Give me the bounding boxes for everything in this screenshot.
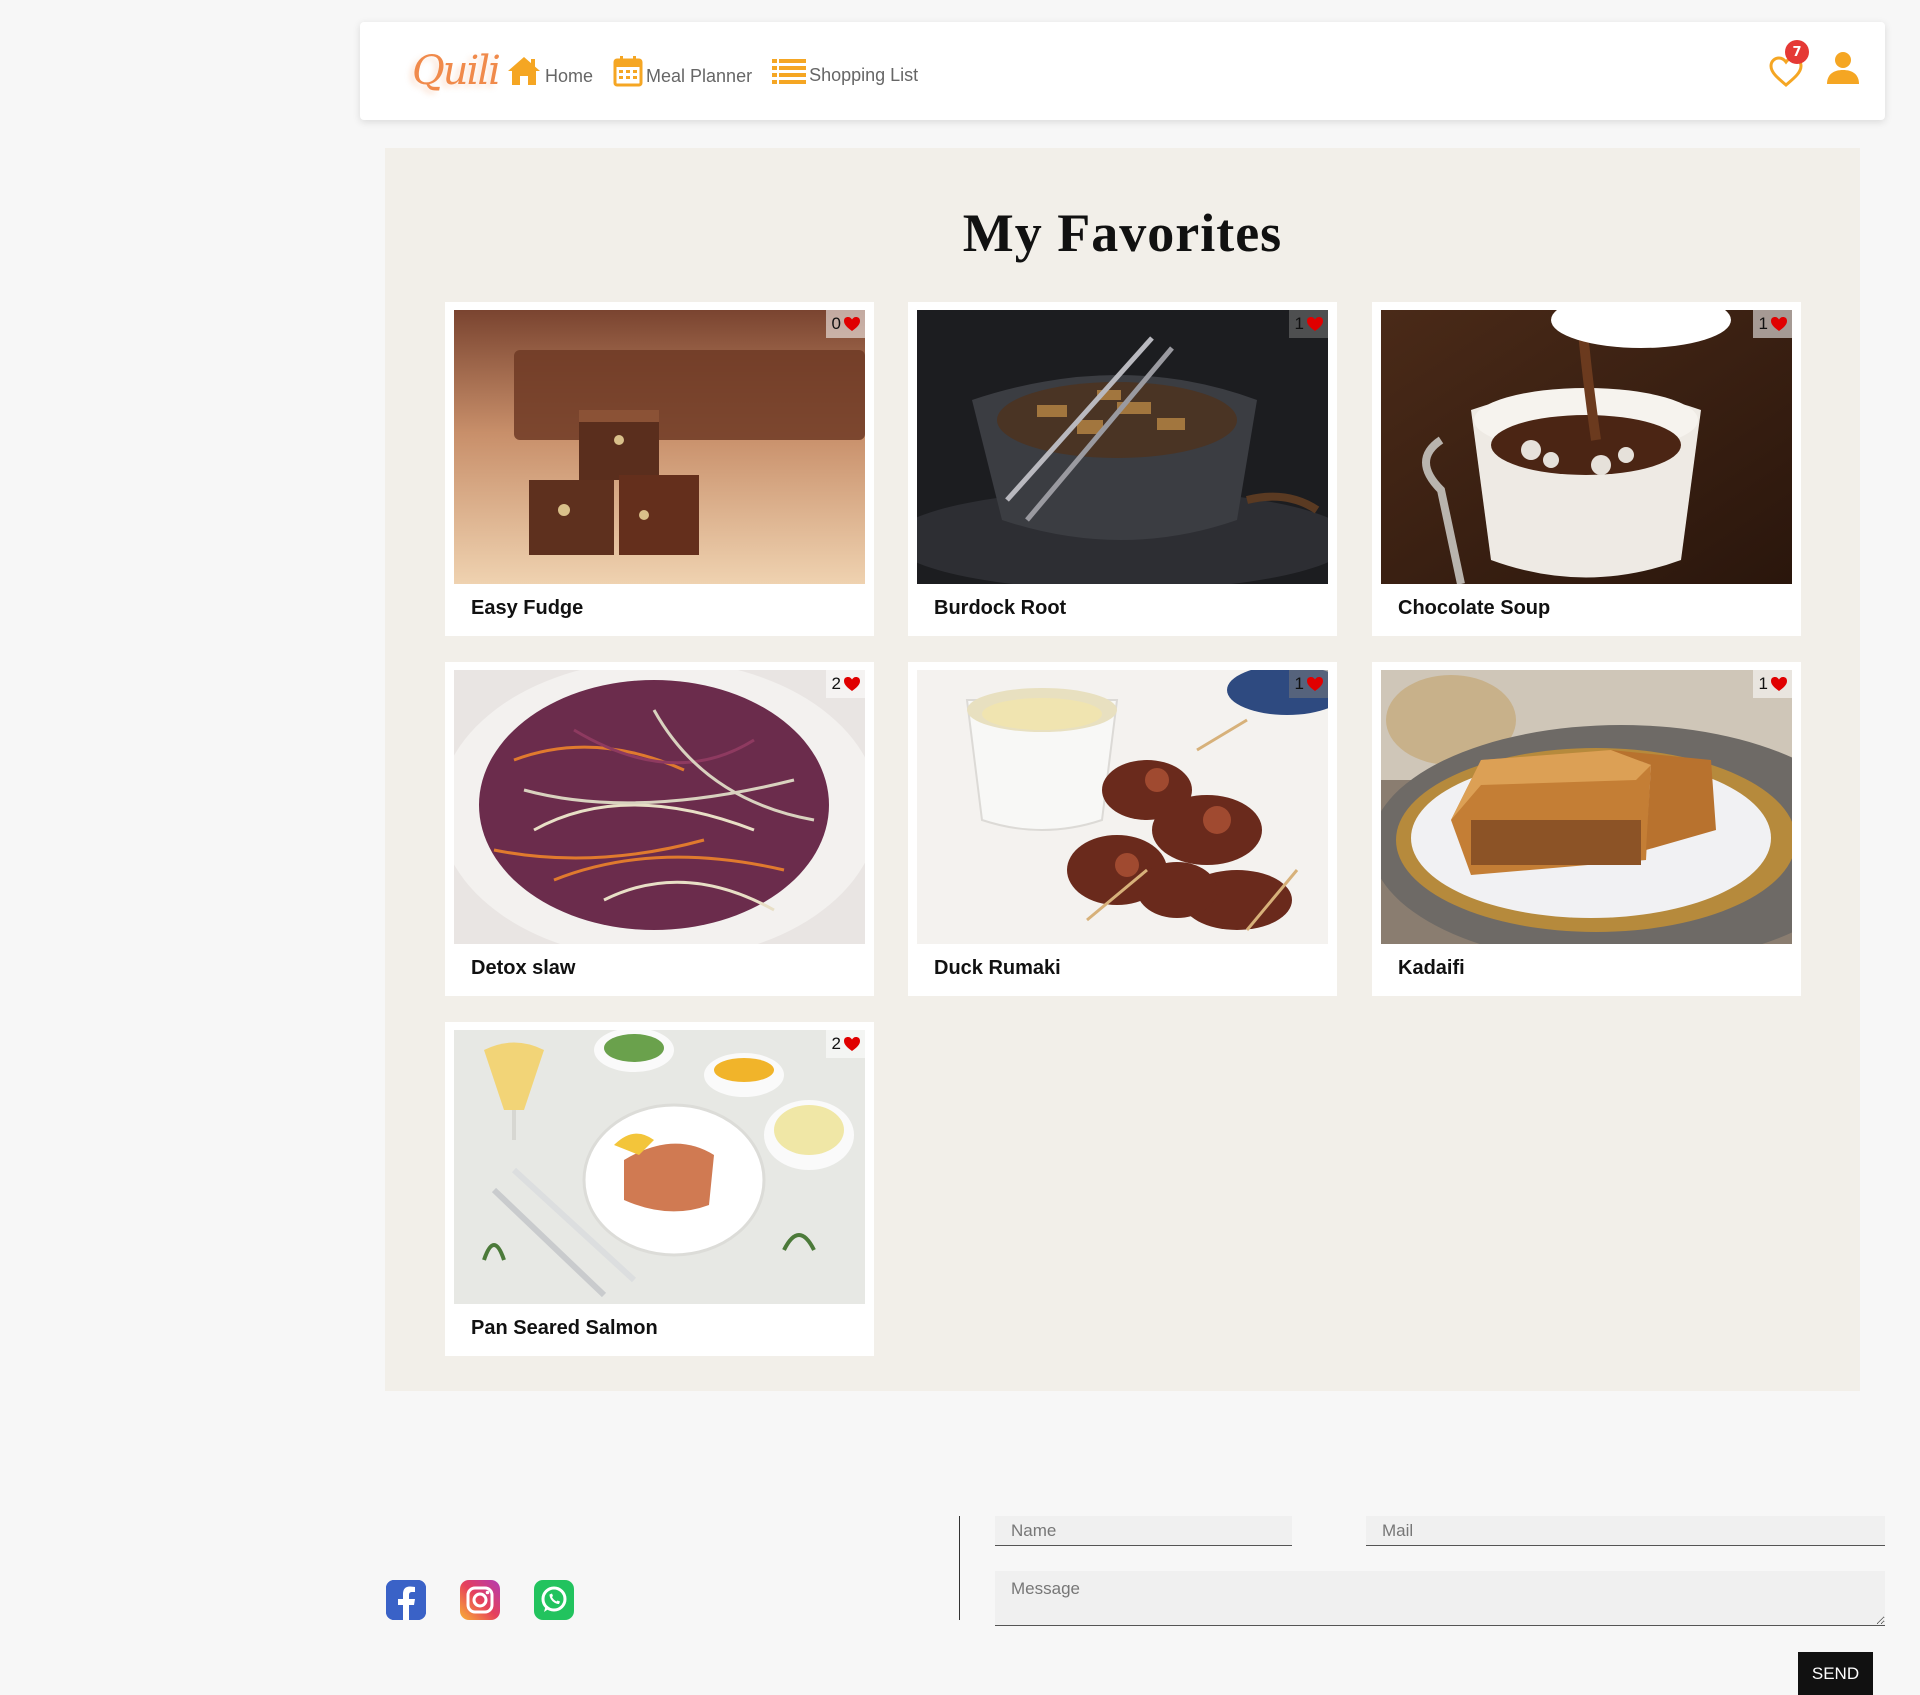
recipe-name: Burdock Root <box>934 597 1067 619</box>
page-title: My Favorites <box>962 203 1283 263</box>
recipe-card[interactable]: 1 Chocolate Soup <box>1372 302 1801 636</box>
navbar: Quili Home Meal Planner Shopping List 7 <box>360 22 1885 120</box>
heart-icon <box>844 317 860 331</box>
recipe-name: Detox slaw <box>471 957 576 979</box>
nav-meal-planner-label: Meal Planner <box>646 66 753 86</box>
recipe-image <box>454 310 865 584</box>
likes-count: 1 <box>1758 674 1768 693</box>
nav-home-label: Home <box>545 66 594 86</box>
facebook-icon <box>386 1580 426 1620</box>
calendar-icon <box>613 56 643 87</box>
facebook-link[interactable] <box>386 1580 426 1620</box>
recipe-image <box>917 670 1328 944</box>
recipe-card[interactable]: 1 Burdock Root <box>908 302 1337 636</box>
mail-field[interactable] <box>1366 1516 1885 1546</box>
nav-shopping-list-label: Shopping List <box>809 65 919 85</box>
recipe-card[interactable]: 1 Duck Rumaki <box>908 662 1337 996</box>
likes-counter[interactable]: 1 <box>1752 310 1792 338</box>
recipe-image <box>454 670 865 944</box>
heart-icon <box>844 677 860 691</box>
logo[interactable]: Quili <box>412 43 501 99</box>
instagram-link[interactable] <box>460 1580 500 1620</box>
recipe-name: Pan Seared Salmon <box>471 1317 658 1339</box>
list-icon <box>772 59 807 84</box>
likes-count: 2 <box>831 674 841 693</box>
favorites-section: My Favorites 0 Easy Fudge 1 Burdock Root… <box>385 148 1860 1391</box>
recipe-image <box>917 310 1328 584</box>
heart-icon <box>1307 317 1323 331</box>
whatsapp-link[interactable] <box>534 1580 574 1620</box>
recipe-image <box>1381 310 1792 584</box>
recipe-name: Chocolate Soup <box>1398 597 1551 619</box>
likes-count: 1 <box>1294 674 1304 693</box>
nav-home[interactable]: Home <box>506 55 593 87</box>
recipe-card[interactable]: 1 Kadaifi <box>1372 662 1801 996</box>
instagram-icon <box>460 1580 500 1620</box>
likes-counter[interactable]: 2 <box>825 1030 865 1058</box>
heart-icon <box>1771 317 1787 331</box>
recipe-name: Kadaifi <box>1398 957 1465 979</box>
whatsapp-icon <box>534 1580 574 1620</box>
recipe-card[interactable]: 0 Easy Fudge <box>445 302 874 636</box>
send-button[interactable]: SEND <box>1798 1652 1873 1695</box>
recipe-card[interactable]: 2 Pan Seared Salmon <box>445 1022 874 1356</box>
name-field[interactable] <box>995 1516 1292 1546</box>
recipe-image <box>454 1030 865 1304</box>
heart-icon <box>1307 677 1323 691</box>
user-icon[interactable] <box>1825 50 1861 86</box>
likes-counter[interactable]: 1 <box>1752 670 1792 698</box>
recipe-name: Duck Rumaki <box>934 957 1061 979</box>
likes-count: 1 <box>1758 314 1768 333</box>
footer-divider <box>959 1516 960 1620</box>
likes-counter[interactable]: 1 <box>1288 310 1328 338</box>
likes-count: 2 <box>831 1034 841 1053</box>
message-field[interactable] <box>995 1571 1885 1626</box>
favorites-button[interactable]: 7 <box>1769 40 1809 87</box>
likes-counter[interactable]: 2 <box>825 670 865 698</box>
nav-actions: 7 <box>1769 40 1861 87</box>
likes-counter[interactable]: 0 <box>825 310 865 338</box>
recipe-card[interactable]: 2 Detox slaw <box>445 662 874 996</box>
heart-icon <box>844 1037 860 1051</box>
likes-counter[interactable]: 1 <box>1288 670 1328 698</box>
nav-shopping-list[interactable]: Shopping List <box>772 56 918 86</box>
likes-count: 0 <box>831 314 841 333</box>
favorites-count-badge: 7 <box>1785 40 1809 64</box>
heart-icon <box>1771 677 1787 691</box>
recipe-name: Easy Fudge <box>471 597 584 619</box>
nav-meal-planner[interactable]: Meal Planner <box>613 55 752 87</box>
likes-count: 1 <box>1294 314 1304 333</box>
home-icon <box>508 57 540 85</box>
recipe-image <box>1381 670 1792 944</box>
